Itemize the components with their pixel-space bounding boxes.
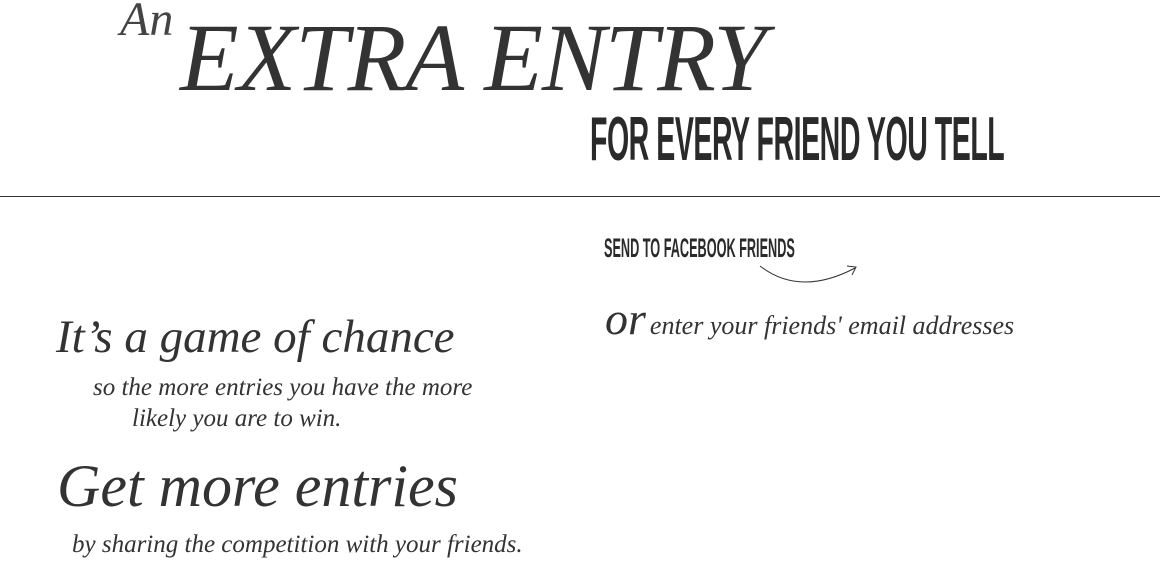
title-for-every-friend: FOR EVERY FRIEND YOU TELL xyxy=(590,105,1005,174)
entries-heading: Get more entries xyxy=(57,453,459,519)
title-an: An xyxy=(120,0,174,46)
chance-text-line2: likely you are to win. xyxy=(132,405,342,432)
send-to-facebook-friends-link[interactable]: SEND TO FACEBOOK FRIENDS xyxy=(604,233,795,264)
divider xyxy=(0,196,1160,197)
curved-arrow-icon xyxy=(759,265,857,283)
chance-text-line1: so the more entries you have the more xyxy=(93,374,473,401)
chance-heading: It’s a game of chance xyxy=(56,311,455,363)
email-prompt-text: enter your friends' email addresses xyxy=(649,311,1015,340)
entries-subtext: by sharing the competition with your fri… xyxy=(72,531,523,558)
title-extra-entry: EXTRA ENTRY xyxy=(180,4,767,111)
or-text: or xyxy=(605,293,646,344)
email-prompt: or enter your friends' email addresses xyxy=(605,292,1014,345)
